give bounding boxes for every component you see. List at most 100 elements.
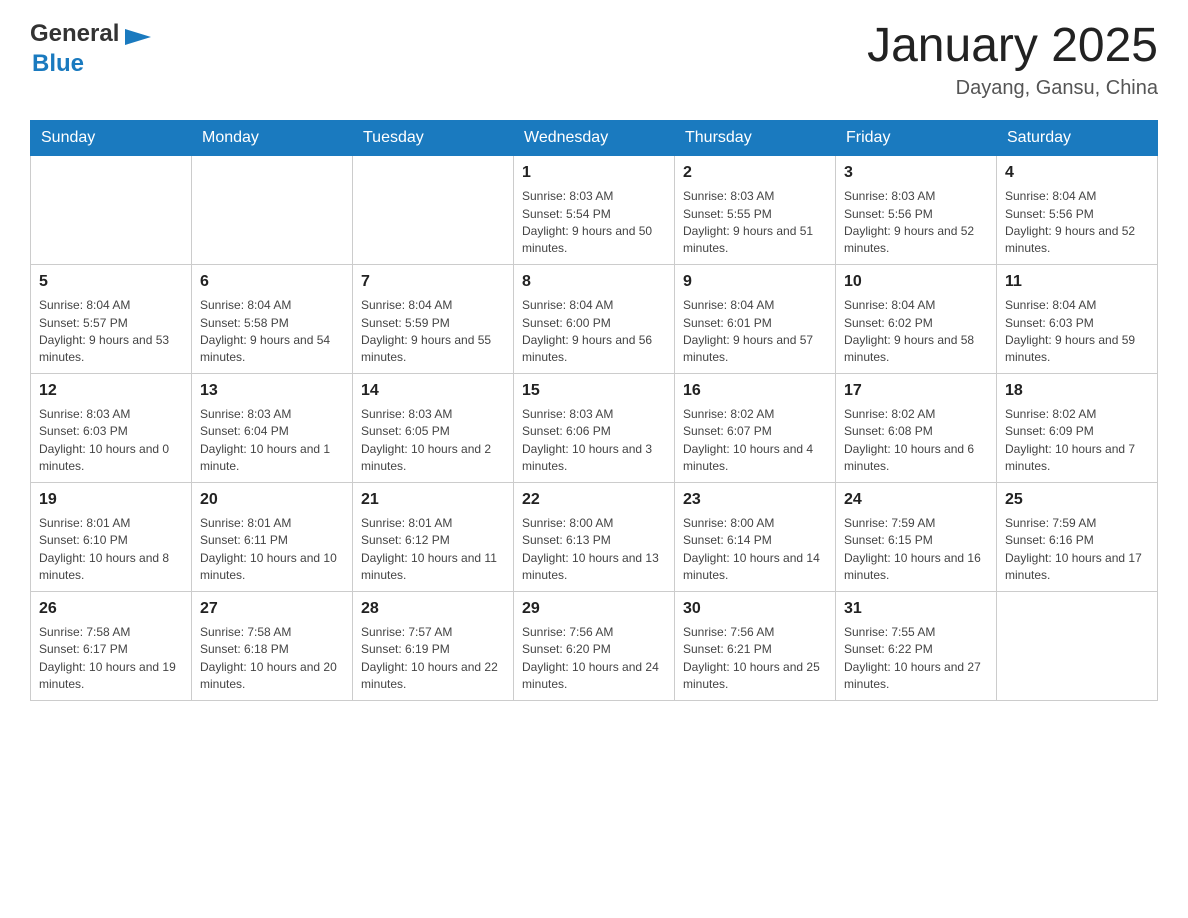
day-info: Sunrise: 8:01 AM Sunset: 6:11 PM Dayligh… [200,515,344,585]
calendar-cell: 3Sunrise: 8:03 AM Sunset: 5:56 PM Daylig… [836,155,997,264]
day-info: Sunrise: 8:01 AM Sunset: 6:12 PM Dayligh… [361,515,505,585]
calendar-cell: 26 Sunrise: 7:58 AM Sunset: 6:17 PM Dayli… [31,591,192,700]
logo-general: General [30,20,119,47]
day-number: 7 [361,271,505,293]
calendar-cell: 24 Sunrise: 7:59 AM Sunset: 6:15 PM Dayli… [836,482,997,591]
calendar-cell: 31Sunrise: 7:55 AM Sunset: 6:22 PM Dayli… [836,591,997,700]
calendar-week-row: 26 Sunrise: 7:58 AM Sunset: 6:17 PM Dayli… [31,591,1158,700]
day-info: Sunrise: 8:03 AM Sunset: 6:06 PM Dayligh… [522,406,666,476]
calendar-table: SundayMondayTuesdayWednesdayThursdayFrid… [30,120,1158,701]
calendar-cell: 9 Sunrise: 8:04 AM Sunset: 6:01 PM Daylig… [675,264,836,373]
calendar-cell: 27 Sunrise: 7:58 AM Sunset: 6:18 PM Dayli… [192,591,353,700]
day-info: Sunrise: 8:04 AM Sunset: 6:03 PM Dayligh… [1005,297,1149,367]
location-title: Dayang, Gansu, China [867,77,1158,100]
calendar-day-header: Monday [192,120,353,155]
day-number: 28 [361,598,505,620]
day-number: 26 [39,598,183,620]
calendar-week-row: 19Sunrise: 8:01 AM Sunset: 6:10 PM Dayli… [31,482,1158,591]
day-info: Sunrise: 8:03 AM Sunset: 6:04 PM Dayligh… [200,406,344,476]
day-number: 9 [683,271,827,293]
day-number: 30 [683,598,827,620]
day-number: 17 [844,380,988,402]
calendar-day-header: Saturday [997,120,1158,155]
day-info: Sunrise: 7:58 AM Sunset: 6:17 PM Dayligh… [39,624,183,694]
day-info: Sunrise: 8:03 AM Sunset: 5:56 PM Dayligh… [844,188,988,258]
calendar-cell: 13 Sunrise: 8:03 AM Sunset: 6:04 PM Dayli… [192,373,353,482]
calendar-cell: 6 Sunrise: 8:04 AM Sunset: 5:58 PM Daylig… [192,264,353,373]
day-info: Sunrise: 8:02 AM Sunset: 6:09 PM Dayligh… [1005,406,1149,476]
day-info: Sunrise: 7:59 AM Sunset: 6:15 PM Dayligh… [844,515,988,585]
calendar-cell: 30Sunrise: 7:56 AM Sunset: 6:21 PM Dayli… [675,591,836,700]
logo-blue: Blue [32,50,84,77]
day-number: 15 [522,380,666,402]
day-info: Sunrise: 8:03 AM Sunset: 5:54 PM Dayligh… [522,188,666,258]
calendar-cell: 8 Sunrise: 8:04 AM Sunset: 6:00 PM Daylig… [514,264,675,373]
calendar-cell: 29Sunrise: 7:56 AM Sunset: 6:20 PM Dayli… [514,591,675,700]
day-number: 14 [361,380,505,402]
day-info: Sunrise: 8:00 AM Sunset: 6:13 PM Dayligh… [522,515,666,585]
day-number: 31 [844,598,988,620]
calendar-cell: 5Sunrise: 8:04 AM Sunset: 5:57 PM Daylig… [31,264,192,373]
day-number: 16 [683,380,827,402]
day-info: Sunrise: 8:02 AM Sunset: 6:07 PM Dayligh… [683,406,827,476]
calendar-cell: 1 Sunrise: 8:03 AM Sunset: 5:54 PM Daylig… [514,155,675,264]
day-number: 10 [844,271,988,293]
day-info: Sunrise: 7:57 AM Sunset: 6:19 PM Dayligh… [361,624,505,694]
day-number: 12 [39,380,183,402]
calendar-week-row: 1 Sunrise: 8:03 AM Sunset: 5:54 PM Daylig… [31,155,1158,264]
day-number: 1 [522,162,666,184]
day-info: Sunrise: 7:59 AM Sunset: 6:16 PM Dayligh… [1005,515,1149,585]
day-info: Sunrise: 8:04 AM Sunset: 5:59 PM Dayligh… [361,297,505,367]
calendar-cell: 11 Sunrise: 8:04 AM Sunset: 6:03 PM Dayli… [997,264,1158,373]
calendar-cell: 25 Sunrise: 7:59 AM Sunset: 6:16 PM Dayli… [997,482,1158,591]
day-number: 4 [1005,162,1149,184]
calendar-cell: 19Sunrise: 8:01 AM Sunset: 6:10 PM Dayli… [31,482,192,591]
day-info: Sunrise: 8:02 AM Sunset: 6:08 PM Dayligh… [844,406,988,476]
calendar-header-row: SundayMondayTuesdayWednesdayThursdayFrid… [31,120,1158,155]
calendar-cell: 15 Sunrise: 8:03 AM Sunset: 6:06 PM Dayli… [514,373,675,482]
calendar-cell: 16 Sunrise: 8:02 AM Sunset: 6:07 PM Dayli… [675,373,836,482]
day-number: 11 [1005,271,1149,293]
day-info: Sunrise: 8:04 AM Sunset: 5:56 PM Dayligh… [1005,188,1149,258]
month-title: January 2025 [867,20,1158,73]
day-info: Sunrise: 8:04 AM Sunset: 6:02 PM Dayligh… [844,297,988,367]
day-number: 27 [200,598,344,620]
calendar-cell: 28 Sunrise: 7:57 AM Sunset: 6:19 PM Dayli… [353,591,514,700]
day-number: 18 [1005,380,1149,402]
calendar-cell [353,155,514,264]
day-number: 29 [522,598,666,620]
calendar-cell: 12Sunrise: 8:03 AM Sunset: 6:03 PM Dayli… [31,373,192,482]
day-info: Sunrise: 8:00 AM Sunset: 6:14 PM Dayligh… [683,515,827,585]
title-section: January 2025 Dayang, Gansu, China [867,20,1158,100]
day-number: 23 [683,489,827,511]
day-number: 2 [683,162,827,184]
calendar-day-header: Friday [836,120,997,155]
calendar-cell: 10 Sunrise: 8:04 AM Sunset: 6:02 PM Dayli… [836,264,997,373]
day-number: 22 [522,489,666,511]
logo: General Blue [30,20,152,78]
day-number: 24 [844,489,988,511]
day-number: 5 [39,271,183,293]
logo-icon [125,24,151,50]
page-header: General Blue January 2025 Dayang, Gansu,… [30,20,1158,100]
day-info: Sunrise: 7:58 AM Sunset: 6:18 PM Dayligh… [200,624,344,694]
day-number: 13 [200,380,344,402]
day-number: 6 [200,271,344,293]
day-info: Sunrise: 8:04 AM Sunset: 6:00 PM Dayligh… [522,297,666,367]
day-info: Sunrise: 8:04 AM Sunset: 6:01 PM Dayligh… [683,297,827,367]
day-number: 8 [522,271,666,293]
calendar-cell [31,155,192,264]
calendar-week-row: 12Sunrise: 8:03 AM Sunset: 6:03 PM Dayli… [31,373,1158,482]
calendar-cell: 22 Sunrise: 8:00 AM Sunset: 6:13 PM Dayli… [514,482,675,591]
calendar-cell: 20 Sunrise: 8:01 AM Sunset: 6:11 PM Dayli… [192,482,353,591]
calendar-cell: 4 Sunrise: 8:04 AM Sunset: 5:56 PM Daylig… [997,155,1158,264]
calendar-week-row: 5Sunrise: 8:04 AM Sunset: 5:57 PM Daylig… [31,264,1158,373]
day-info: Sunrise: 8:04 AM Sunset: 5:58 PM Dayligh… [200,297,344,367]
day-number: 25 [1005,489,1149,511]
calendar-cell [997,591,1158,700]
calendar-day-header: Tuesday [353,120,514,155]
day-info: Sunrise: 8:03 AM Sunset: 6:05 PM Dayligh… [361,406,505,476]
day-info: Sunrise: 8:03 AM Sunset: 5:55 PM Dayligh… [683,188,827,258]
logo-text: General Blue [30,20,152,78]
day-number: 20 [200,489,344,511]
